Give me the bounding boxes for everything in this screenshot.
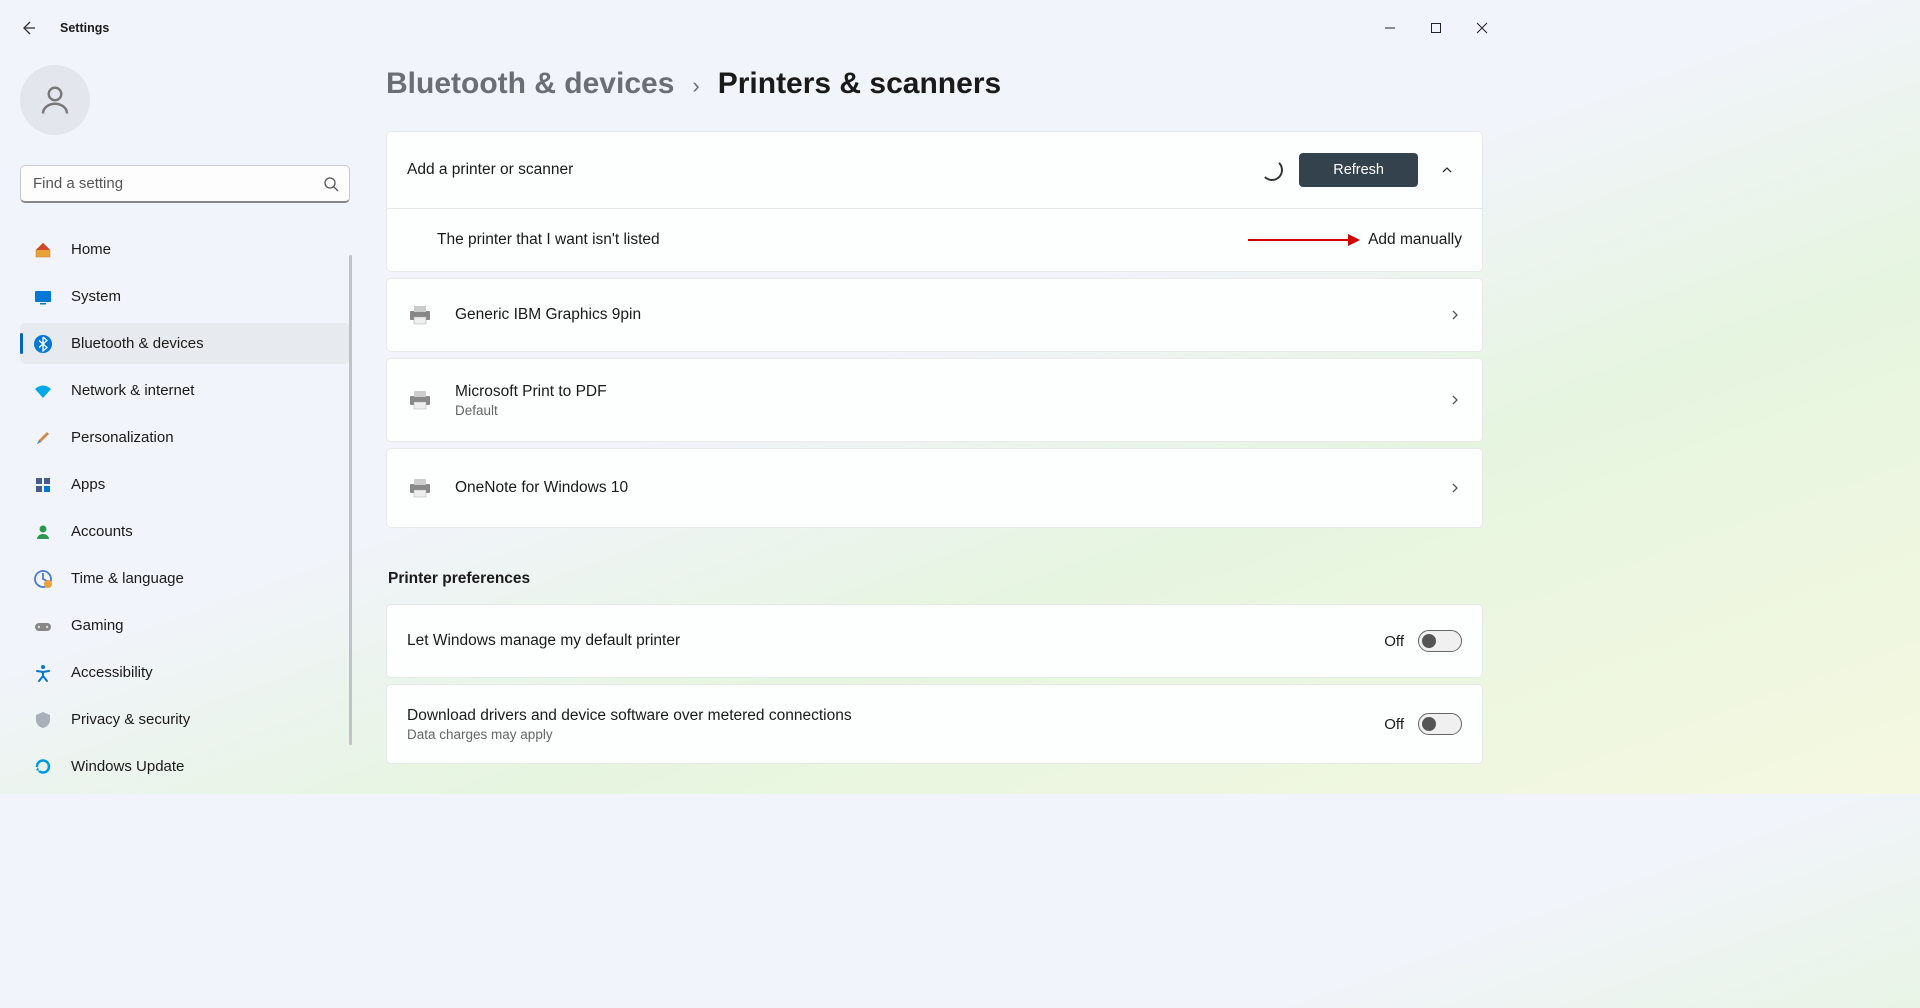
sidebar-scrollbar[interactable]	[349, 255, 352, 745]
home-icon	[32, 239, 54, 261]
toggle-state: Off	[1384, 633, 1404, 650]
pref-metered-row: Download drivers and device software ove…	[387, 685, 1482, 763]
printer-status: Default	[455, 403, 1448, 418]
paintbrush-icon	[32, 427, 54, 449]
printer-name: Generic IBM Graphics 9pin	[455, 306, 1448, 324]
pref-sub: Data charges may apply	[407, 727, 1384, 742]
breadcrumb-current: Printers & scanners	[718, 67, 1001, 101]
printer-icon	[407, 304, 433, 326]
nav-label: Accounts	[71, 523, 133, 540]
nav-apps[interactable]: Apps	[20, 464, 350, 505]
spinner-icon	[1261, 159, 1283, 181]
back-button[interactable]	[8, 8, 48, 48]
printer-icon	[407, 389, 433, 411]
monitor-icon	[32, 286, 54, 308]
nav-label: Gaming	[71, 617, 124, 634]
person-icon	[37, 82, 73, 118]
wifi-icon	[32, 380, 54, 402]
breadcrumb: Bluetooth & devices › Printers & scanner…	[386, 67, 1483, 101]
nav-time-language[interactable]: Time & language	[20, 558, 350, 599]
close-button[interactable]	[1459, 8, 1505, 48]
printer-item-ibm[interactable]: Generic IBM Graphics 9pin	[387, 279, 1482, 351]
not-listed-text: The printer that I want isn't listed	[437, 231, 1248, 249]
minimize-icon	[1384, 22, 1396, 34]
printer-not-listed-row[interactable]: The printer that I want isn't listed Add…	[387, 209, 1482, 271]
add-manually-link[interactable]: Add manually	[1368, 231, 1462, 249]
chevron-right-icon	[1448, 481, 1462, 495]
nav-label: Home	[71, 241, 111, 258]
account-icon	[32, 521, 54, 543]
nav-home[interactable]: Home	[20, 229, 350, 270]
maximize-icon	[1430, 22, 1442, 34]
maximize-button[interactable]	[1413, 8, 1459, 48]
nav-label: Bluetooth & devices	[71, 335, 204, 352]
collapse-button[interactable]	[1432, 155, 1462, 185]
accessibility-icon	[32, 662, 54, 684]
shield-icon	[32, 709, 54, 731]
nav-accessibility[interactable]: Accessibility	[20, 652, 350, 693]
nav-label: Accessibility	[71, 664, 153, 681]
toggle-default-printer[interactable]	[1418, 630, 1462, 652]
nav-accounts[interactable]: Accounts	[20, 511, 350, 552]
toggle-state: Off	[1384, 716, 1404, 733]
clock-globe-icon	[32, 568, 54, 590]
nav-label: Privacy & security	[71, 711, 190, 728]
nav-label: Network & internet	[71, 382, 194, 399]
add-printer-row: Add a printer or scanner Refresh	[387, 132, 1482, 208]
nav-label: Personalization	[71, 429, 174, 446]
user-avatar[interactable]	[20, 65, 90, 135]
chevron-right-icon	[1448, 393, 1462, 407]
nav-system[interactable]: System	[20, 276, 350, 317]
search-button[interactable]	[316, 169, 346, 199]
breadcrumb-parent[interactable]: Bluetooth & devices	[386, 67, 674, 101]
close-icon	[1476, 22, 1488, 34]
section-heading-preferences: Printer preferences	[388, 570, 1483, 588]
chevron-right-icon: ›	[692, 73, 699, 99]
arrow-left-icon	[20, 20, 36, 36]
pref-default-printer-row: Let Windows manage my default printer Of…	[387, 605, 1482, 677]
toggle-metered[interactable]	[1418, 713, 1462, 735]
printer-item-onenote[interactable]: OneNote for Windows 10	[387, 449, 1482, 527]
apps-icon	[32, 474, 54, 496]
bluetooth-icon	[32, 333, 54, 355]
gamepad-icon	[32, 615, 54, 637]
printer-name: OneNote for Windows 10	[455, 479, 1448, 497]
window-title: Settings	[60, 21, 109, 35]
nav-windows-update[interactable]: Windows Update	[20, 746, 350, 787]
nav-label: Time & language	[71, 570, 184, 587]
nav-network[interactable]: Network & internet	[20, 370, 350, 411]
nav-gaming[interactable]: Gaming	[20, 605, 350, 646]
printer-item-pdf[interactable]: Microsoft Print to PDF Default	[387, 359, 1482, 441]
minimize-button[interactable]	[1367, 8, 1413, 48]
nav-label: System	[71, 288, 121, 305]
chevron-up-icon	[1440, 163, 1454, 177]
update-icon	[32, 756, 54, 778]
chevron-right-icon	[1448, 308, 1462, 322]
search-input[interactable]	[20, 165, 350, 203]
nav-privacy-security[interactable]: Privacy & security	[20, 699, 350, 740]
nav-label: Windows Update	[71, 758, 184, 775]
nav-label: Apps	[71, 476, 105, 493]
printer-name: Microsoft Print to PDF	[455, 383, 1448, 401]
annotation-arrow	[1248, 239, 1358, 241]
search-icon	[323, 176, 339, 192]
printer-icon	[407, 477, 433, 499]
refresh-button[interactable]: Refresh	[1299, 153, 1418, 187]
nav-bluetooth-devices[interactable]: Bluetooth & devices	[20, 323, 350, 364]
pref-title: Let Windows manage my default printer	[407, 632, 1384, 650]
pref-title: Download drivers and device software ove…	[407, 707, 1384, 725]
add-printer-title: Add a printer or scanner	[407, 161, 1261, 179]
nav-personalization[interactable]: Personalization	[20, 417, 350, 458]
